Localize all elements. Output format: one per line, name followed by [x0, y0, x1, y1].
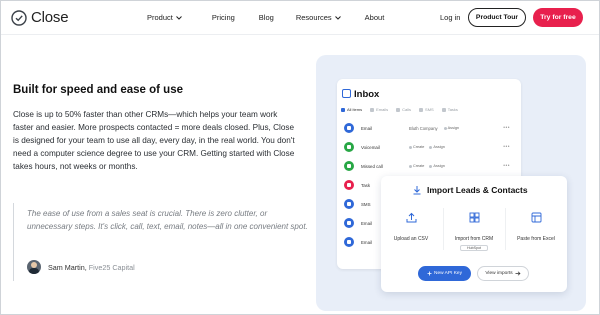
filter-all[interactable]: All items [341, 107, 362, 112]
filter-emails-label: Emails [376, 107, 389, 112]
voicemail-icon [344, 142, 354, 152]
filter-all-label: All items [347, 107, 363, 112]
nav-pricing[interactable]: Pricing [212, 13, 235, 22]
sms-icon [344, 199, 354, 209]
upload-icon [406, 212, 416, 223]
more-icon[interactable]: ••• [503, 144, 510, 150]
assign-chip[interactable]: Assign [443, 126, 460, 130]
product-tour-button[interactable]: Product Tour [468, 8, 526, 27]
upload-csv-option[interactable]: Upload an CSV [381, 210, 441, 242]
email-icon [344, 123, 354, 133]
new-api-key-button[interactable]: New API Key [418, 266, 471, 281]
nav-product-label: Product [147, 13, 173, 22]
chip-label: Create [413, 164, 425, 168]
chevron-down-icon [176, 15, 182, 20]
inbox-icon [342, 89, 351, 98]
table-icon [531, 212, 541, 223]
author-company: Five25 Capital [88, 263, 135, 272]
testimonial-author: Sam Martin, Five25 Capital [48, 263, 135, 272]
inbox-filters: All items Emails Calls SMS Tasks [341, 107, 458, 112]
close-logo-icon [11, 9, 27, 26]
nav-pricing-label: Pricing [211, 13, 235, 22]
imports-button-label: View imports [485, 271, 513, 276]
nav-resources[interactable]: Resources [296, 13, 341, 22]
filter-calls[interactable]: Calls [396, 107, 411, 112]
import-crm-option[interactable]: Import from CRM HubSpot [444, 210, 504, 251]
logo-text: Close [31, 9, 69, 26]
grid-icon [469, 212, 479, 223]
import-crm-label: Import from CRM [454, 236, 494, 242]
chip-label: Assign [433, 164, 445, 168]
row-lead: Bluth Company [409, 125, 438, 131]
nav-blog-label: Blog [258, 13, 274, 22]
create-chip[interactable]: Create [409, 164, 424, 168]
plus-icon [427, 271, 432, 276]
list-item[interactable]: Voicemail Create Assign ••• [344, 142, 514, 152]
filter-tasks[interactable]: Tasks [441, 107, 458, 112]
api-button-label: New API Key [434, 271, 462, 276]
task-icon [344, 180, 354, 190]
row-type: Voicemail [361, 144, 380, 150]
email-icon [344, 218, 354, 228]
quote-divider [13, 203, 14, 281]
section-headline: Built for speed and ease of use [13, 84, 183, 96]
login-link[interactable]: Log in [440, 13, 460, 22]
filter-sms[interactable]: SMS [419, 107, 434, 112]
section-body: Close is up to 50% faster than other CRM… [13, 110, 295, 171]
assign-chip[interactable]: Assign [429, 145, 445, 149]
page: Close Product Pricing Blog Resources Abo… [0, 0, 600, 315]
create-chip[interactable]: Create [409, 145, 424, 149]
inbox-title: Inbox [354, 89, 380, 100]
nav-links: Product Pricing Blog Resources About [147, 13, 384, 22]
email-icon [344, 237, 354, 247]
phone-icon [344, 161, 354, 171]
nav-blog[interactable]: Blog [259, 13, 274, 22]
nav-about-label: About [364, 13, 385, 22]
nav-divider [1, 34, 599, 35]
row-type: Email [361, 125, 372, 131]
logo[interactable]: Close [11, 9, 69, 26]
row-type: Missed call [361, 163, 383, 169]
filter-calls-label: Calls [402, 107, 412, 112]
list-item[interactable]: Email Bluth Company Assign ••• [344, 123, 514, 133]
paste-excel-label: Paste from Excel [517, 236, 555, 242]
avatar [27, 260, 41, 274]
chip-label: Create [413, 145, 425, 149]
list-item[interactable]: Missed call Create Assign ••• [344, 161, 514, 171]
assign-chip[interactable]: Assign [429, 164, 445, 168]
chip-label: Assign [447, 126, 460, 130]
nav-resources-label: Resources [295, 13, 332, 22]
upload-csv-label: Upload an CSV [393, 236, 429, 242]
filter-tasks-label: Tasks [447, 107, 458, 112]
hubspot-select[interactable]: HubSpot [460, 245, 488, 251]
arrow-right-icon [515, 271, 521, 276]
nav-about[interactable]: About [365, 13, 385, 22]
download-icon [413, 186, 421, 195]
try-for-free-button[interactable]: Try for free [533, 8, 583, 27]
more-icon[interactable]: ••• [503, 163, 510, 169]
filter-sms-label: SMS [425, 107, 434, 112]
nav-product[interactable]: Product [147, 13, 182, 22]
testimonial-quote: The ease of use from a sales seat is cru… [27, 209, 308, 231]
author-name: Sam Martin, [48, 263, 87, 272]
import-card: Import Leads & Contacts Upload an CSV Im… [381, 176, 567, 292]
filter-emails[interactable]: Emails [370, 107, 388, 112]
view-imports-button[interactable]: View imports [477, 266, 529, 281]
chip-label: Assign [433, 145, 445, 149]
top-nav: Close Product Pricing Blog Resources Abo… [1, 1, 599, 34]
more-icon[interactable]: ••• [503, 125, 510, 131]
import-title: Import Leads & Contacts [427, 185, 528, 195]
paste-excel-option[interactable]: Paste from Excel [506, 210, 566, 242]
chevron-down-icon [334, 15, 341, 20]
